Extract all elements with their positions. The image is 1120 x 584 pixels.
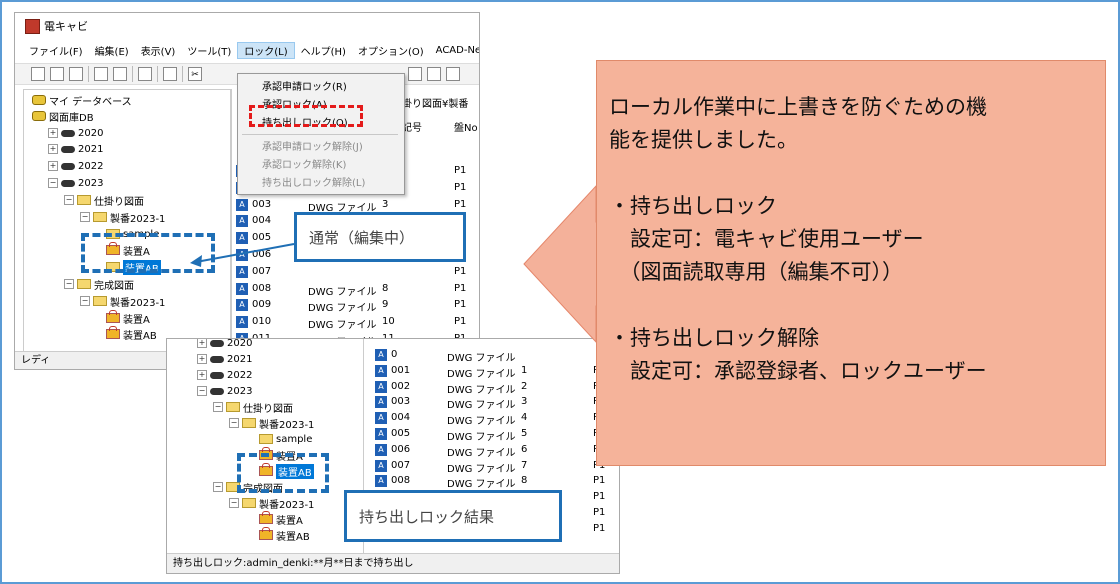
panel-spacer — [609, 289, 1093, 322]
panel-checkout-lock-line1: 設定可：電キャビ使用ユーザー — [609, 227, 924, 251]
panel-checkout-lock-line2: （図面読取専用（編集不可）） — [609, 260, 903, 284]
callout-pointer-line — [195, 243, 295, 263]
panel-spacer — [609, 157, 1093, 190]
panel-heading-checkout-unlock: ・持ち出しロック解除 — [609, 326, 819, 350]
panel-intro-line2: 能を提供しました。 — [609, 128, 798, 152]
info-panel: ローカル作業中に上書きを防ぐための機 能を提供しました。 ・持ち出しロック 設定… — [596, 60, 1106, 466]
panel-checkout-unlock-line1: 設定可：承認登録者、ロックユーザー — [609, 359, 987, 383]
panel-intro-line1: ローカル作業中に上書きを防ぐための機 — [609, 95, 987, 119]
panel-heading-checkout-lock: ・持ち出しロック — [609, 194, 777, 218]
callout-pointer-arrowhead — [190, 255, 202, 267]
